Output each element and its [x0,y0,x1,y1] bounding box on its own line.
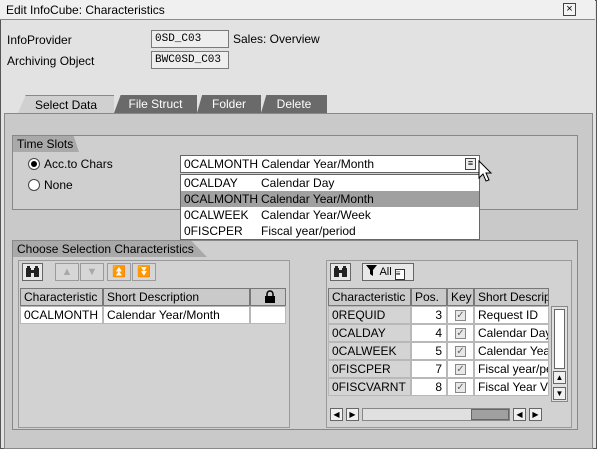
scroll-right-icon[interactable]: ▶ [346,408,359,421]
table-row-characteristic[interactable]: 0REQUID [328,306,411,324]
filter-all-label: All [379,266,392,278]
left-row-lock-cell[interactable] [250,306,286,324]
key-checkbox: ✓ [455,310,466,321]
tab-delete[interactable]: Delete [261,95,327,113]
scroll-up-icon[interactable]: ▲ [553,371,566,384]
find-binoculars-icon[interactable] [22,263,43,281]
table-row-description: Fiscal year/pe [474,360,549,378]
table-row-key-cell: ✓ [447,378,474,396]
key-checkbox: ✓ [455,328,466,339]
key-checkbox: ✓ [455,382,466,393]
lock-icon[interactable] [250,288,286,306]
right-col-pos[interactable]: Pos. [411,288,447,306]
left-row-description[interactable]: Calendar Year/Month [103,306,250,324]
horizontal-scrollbar-thumb[interactable] [471,409,509,420]
scroll-left-icon[interactable]: ◀ [513,408,526,421]
scroll-right-icon[interactable]: ▶ [529,408,542,421]
infoprovider-description: Sales: Overview [233,32,320,46]
table-row-description: Fiscal Year V [474,378,549,396]
left-col-short-description[interactable]: Short Description [103,288,250,306]
right-col-key[interactable]: Key [447,288,474,306]
table-row-description: Calendar Day [474,324,549,342]
table-row-pos: 5 [411,342,447,360]
window-title: Edit InfoCube: Characteristics [6,3,165,17]
infoprovider-field: 0SD_C03 [151,30,229,48]
right-col-characteristic[interactable]: Characteristic [328,288,411,306]
filter-icon [366,265,377,276]
filter-all-button[interactable]: All ≡ [362,263,414,281]
tab-file-struct[interactable]: File Struct [114,95,197,113]
table-row-pos: 7 [411,360,447,378]
left-col-characteristic[interactable]: Characteristic [20,288,103,306]
tab-folder[interactable]: Folder [197,95,261,113]
tab-select-data[interactable]: Select Data [18,95,114,113]
radio-acc-to-chars-label: Acc.to Chars [44,157,113,171]
selection-title: Choose Selection Characteristics [13,241,207,257]
table-row-characteristic[interactable]: 0FISCPER [328,360,411,378]
right-col-short-description[interactable]: Short Descrip [474,288,549,306]
move-up-icon[interactable]: ▲ [55,263,79,281]
move-top-icon[interactable]: ⏫ [107,263,131,281]
move-down-icon[interactable]: ▼ [80,263,104,281]
table-row-key-cell: ✓ [447,324,474,342]
dropdown-option[interactable]: 0FISCPER Fiscal year/period [181,223,479,239]
table-row-description: Request ID [474,306,549,324]
radio-none[interactable] [28,179,40,191]
vertical-scrollbar-thumb[interactable] [554,309,565,369]
close-button[interactable]: × [563,3,576,16]
table-row-key-cell: ✓ [447,342,474,360]
dropdown-option[interactable]: 0CALDAY Calendar Day [181,175,479,191]
move-bottom-icon[interactable]: ⏬ [132,263,156,281]
time-slot-select[interactable]: 0CALMONTH Calendar Year/Month ≡ [180,155,480,173]
table-row-key-cell: ✓ [447,306,474,324]
scroll-left-icon[interactable]: ◀ [330,408,343,421]
table-row-characteristic[interactable]: 0CALWEEK [328,342,411,360]
left-row-characteristic[interactable]: 0CALMONTH [20,306,103,324]
archiving-object-label: Archiving Object [7,54,95,68]
dropdown-option[interactable]: 0CALWEEK Calendar Year/Week [181,207,479,223]
title-bar: Edit InfoCube: Characteristics × [0,0,595,20]
table-row-pos: 8 [411,378,447,396]
find-binoculars-icon[interactable] [330,263,351,281]
table-row-characteristic[interactable]: 0CALDAY [328,324,411,342]
table-row-pos: 3 [411,306,447,324]
table-row-description: Calendar Yea [474,342,549,360]
table-row-key-cell: ✓ [447,360,474,378]
table-row-characteristic[interactable]: 0FISCVARNT [328,378,411,396]
dropdown-list-icon: ≡ [394,269,405,280]
time-slot-select-value: 0CALMONTH Calendar Year/Month [184,157,375,171]
time-slots-title: Time Slots [13,136,79,152]
time-slot-dropdown-list: 0CALDAY Calendar Day 0CALMONTH Calendar Ye… [180,174,480,240]
dropdown-option-selected[interactable]: 0CALMONTH Calendar Year/Month [181,191,479,207]
key-checkbox: ✓ [455,364,466,375]
mouse-cursor-icon [478,160,493,182]
radio-acc-to-chars[interactable] [28,158,40,170]
infoprovider-label: InfoProvider [7,33,72,47]
key-checkbox: ✓ [455,346,466,357]
radio-none-label: None [44,178,73,192]
table-row-pos: 4 [411,324,447,342]
vertical-scrollbar[interactable]: ▲ ▼ [551,306,568,402]
left-table-panel [18,260,290,428]
dropdown-list-icon[interactable]: ≡ [465,158,476,170]
scroll-down-icon[interactable]: ▼ [553,387,566,400]
archiving-object-field: BWC0SD_C03 [151,51,229,69]
horizontal-scrollbar[interactable] [362,408,510,421]
